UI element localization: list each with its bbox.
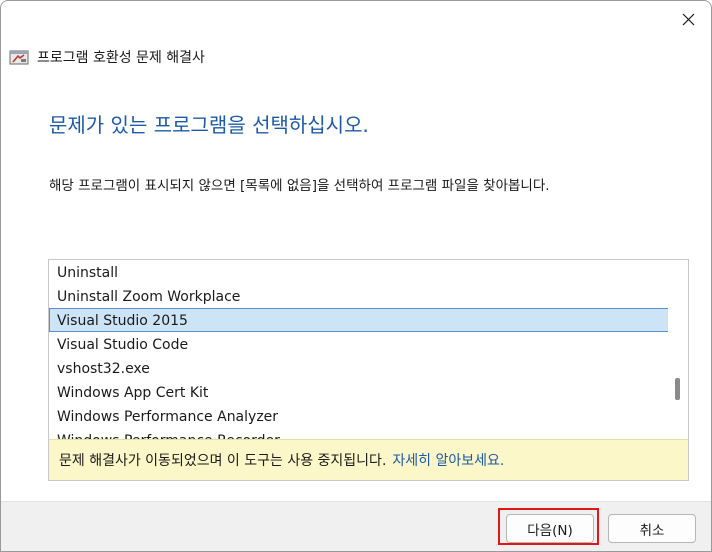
program-list-item[interactable]: Uninstall xyxy=(49,260,669,284)
window-title: 프로그램 호환성 문제 해결사 xyxy=(37,50,205,66)
notice-banner: 문제 해결사가 이동되었으며 이 도구는 사용 중지됩니다. 자세히 알아보세요… xyxy=(49,439,688,480)
program-list-item[interactable]: Visual Studio 2015 xyxy=(49,308,669,332)
instruction-text: 해당 프로그램이 표시되지 않으면 [목록에 없음]을 선택하여 프로그램 파일… xyxy=(49,178,550,194)
troubleshooter-window-icon xyxy=(9,50,29,65)
page-heading: 문제가 있는 프로그램을 선택하십시오. xyxy=(49,113,369,137)
scrollbar-thumb[interactable] xyxy=(675,378,680,400)
notice-text: 문제 해결사가 이동되었으며 이 도구는 사용 중지됩니다. xyxy=(59,453,387,469)
program-list-item[interactable]: Uninstall Zoom Workplace xyxy=(49,284,669,308)
program-list-item[interactable]: Windows App Cert Kit xyxy=(49,380,669,404)
program-list-item[interactable]: vshost32.exe xyxy=(49,356,669,380)
cancel-button[interactable]: 취소 xyxy=(608,514,696,543)
window-title-row: 프로그램 호환성 문제 해결사 xyxy=(9,47,205,67)
dialog-footer: 다음(N) 취소 xyxy=(1,501,711,551)
close-icon xyxy=(682,13,694,25)
close-button[interactable] xyxy=(671,5,705,33)
program-list-scrollbar[interactable] xyxy=(668,260,688,442)
troubleshooter-window: 프로그램 호환성 문제 해결사 문제가 있는 프로그램을 선택하십시오. 해당 … xyxy=(0,0,712,552)
learn-more-link[interactable]: 자세히 알아보세요. xyxy=(392,450,504,470)
next-button[interactable]: 다음(N) xyxy=(506,514,594,543)
program-list-item[interactable]: Visual Studio Code xyxy=(49,332,669,356)
program-list-items: Uninstall Uninstall Zoom Workplace Visual … xyxy=(49,260,669,452)
program-list[interactable]: Uninstall Uninstall Zoom Workplace Visual … xyxy=(48,259,689,481)
program-list-item[interactable]: Windows Performance Analyzer xyxy=(49,404,669,428)
